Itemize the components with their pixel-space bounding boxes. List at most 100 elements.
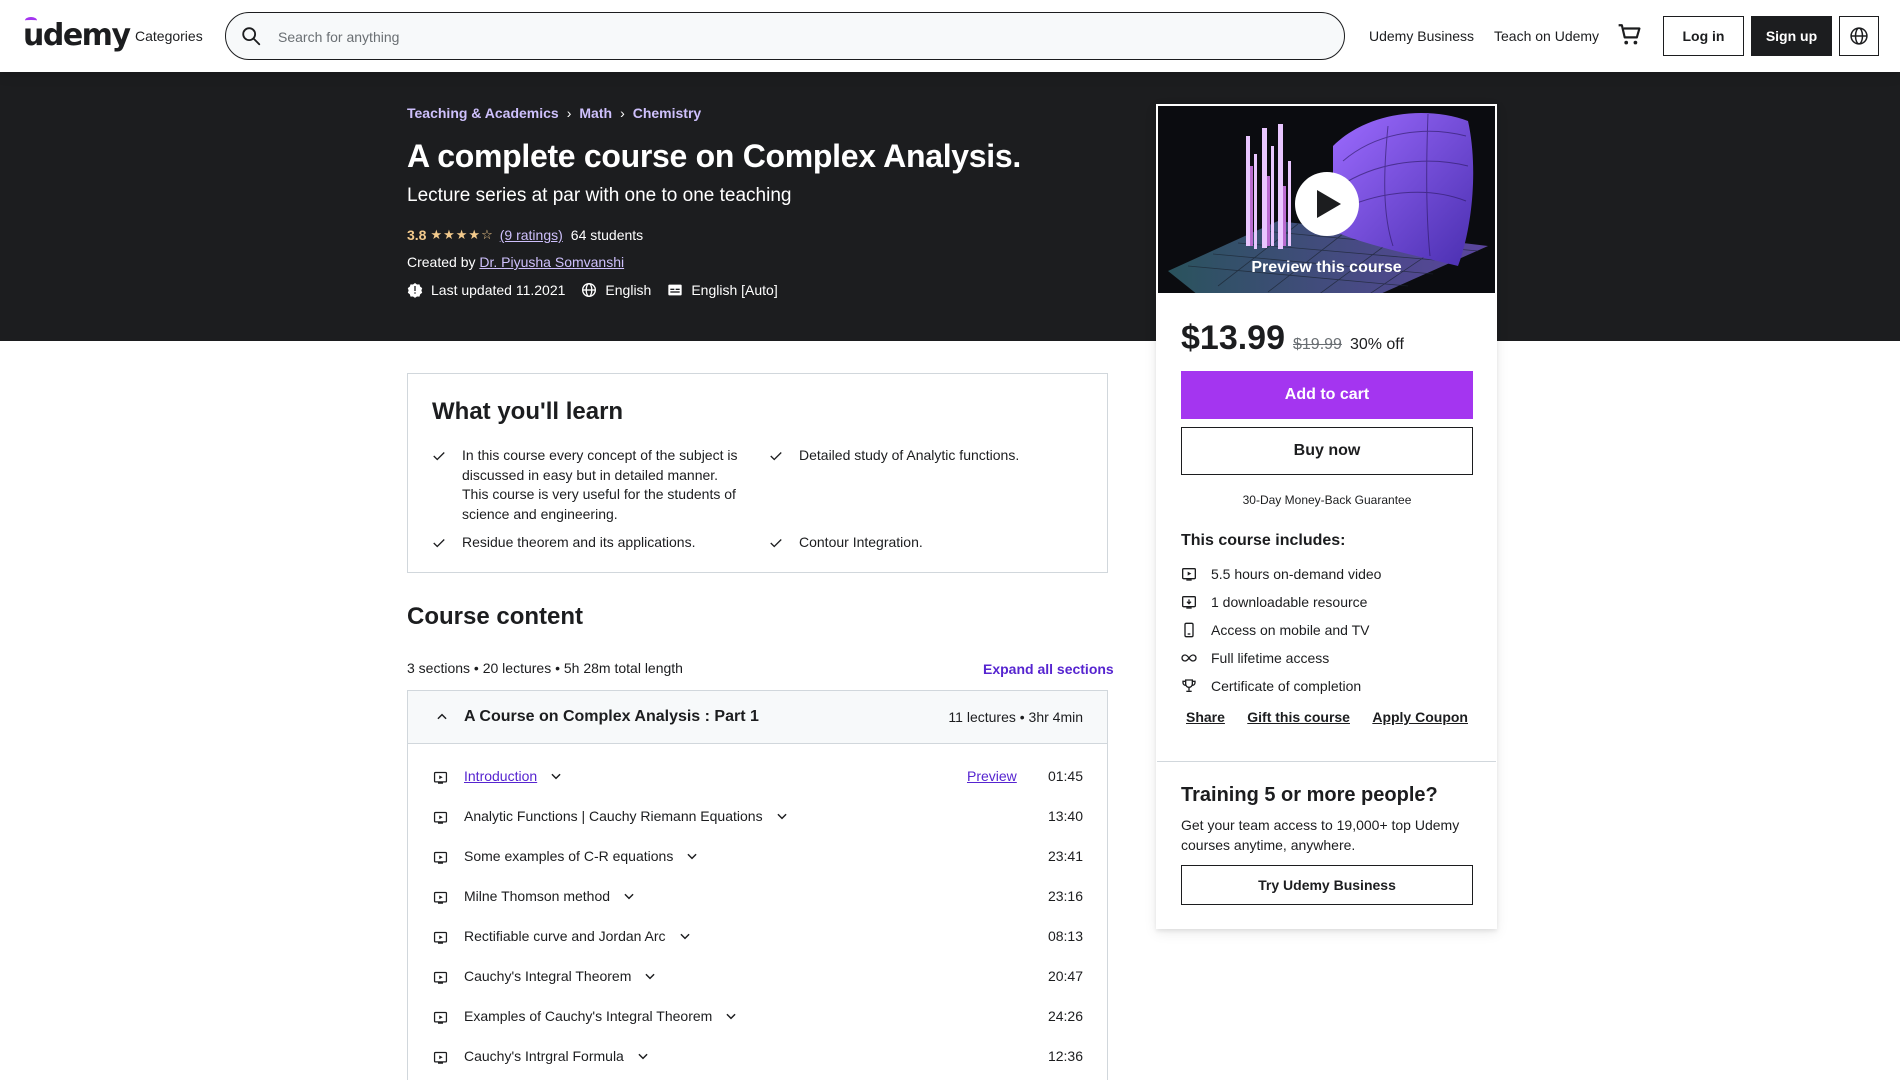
chevron-down-icon[interactable] [775, 809, 789, 823]
chevron-down-icon[interactable] [622, 889, 636, 903]
cart-icon[interactable] [1617, 22, 1643, 48]
logo-text: udemy [23, 18, 131, 53]
chevron-up-icon [435, 710, 449, 724]
lecture-item: Milne Thomson method 23:16 [408, 877, 1107, 917]
login-button[interactable]: Log in [1663, 16, 1744, 56]
section-meta: 11 lectures • 3hr 4min [948, 709, 1083, 725]
learn-item: Contour Integration. [769, 533, 1079, 553]
teach-on-udemy-link[interactable]: Teach on Udemy [1494, 26, 1599, 46]
learn-item: Residue theorem and its applications. [432, 533, 742, 553]
learn-item-text: Contour Integration. [799, 534, 923, 550]
lecture-title-text: Cauchy's Integral Theorem [464, 968, 632, 984]
video-icon [433, 1010, 448, 1025]
course-captions: English [Auto] [667, 280, 778, 300]
file-icon [1182, 596, 1196, 609]
includes-item-text: 5.5 hours on-demand video [1211, 566, 1382, 582]
lecture-item: Analytic Functions | Cauchy Riemann Equa… [408, 797, 1107, 837]
video-icon [433, 770, 448, 785]
includes-item-text: Certificate of completion [1211, 678, 1362, 694]
lecture-item: Cauchy's Integral Theorem 20:47 [408, 957, 1107, 997]
includes-item: Certificate of completion [1181, 672, 1473, 700]
language-button[interactable] [1839, 16, 1879, 56]
created-by-label: Created by [407, 254, 476, 270]
ratings-count-link[interactable]: (9 ratings) [500, 225, 563, 245]
lecture-title[interactable]: Some examples of C-R equations [464, 848, 699, 864]
breadcrumb-item[interactable]: Math [579, 103, 612, 123]
lecture-item: Cauchy's Intrgral Formula 12:36 [408, 1037, 1107, 1077]
learn-item-text: Detailed study of Analytic functions. [799, 447, 1020, 463]
checkmark-icon [433, 539, 445, 548]
learn-item-text: Residue theorem and its applications. [462, 534, 696, 550]
last-updated-text: Last updated 11.2021 [431, 282, 566, 298]
share-link[interactable]: Share [1186, 709, 1225, 725]
add-to-cart-button[interactable]: Add to cart [1181, 371, 1473, 419]
includes-item-text: Access on mobile and TV [1211, 622, 1370, 638]
discount-badge: 30% off [1349, 336, 1404, 353]
checkmark-icon [433, 452, 445, 461]
video-icon [433, 970, 448, 985]
logo-cap-mark [25, 17, 37, 24]
signup-button[interactable]: Sign up [1751, 16, 1832, 56]
original-price: $19.99 [1293, 336, 1342, 353]
chevron-down-icon[interactable] [643, 969, 657, 983]
search-bar[interactable] [225, 12, 1345, 60]
instructor-link[interactable]: Dr. Piyusha Somvanshi [479, 254, 624, 270]
lecture-title-text[interactable]: Introduction [464, 768, 537, 784]
divider [1157, 761, 1496, 762]
apply-coupon-link[interactable]: Apply Coupon [1372, 709, 1468, 725]
chevron-right-icon: › [620, 105, 625, 121]
lecture-title-text: Examples of Cauchy's Integral Theorem [464, 1008, 713, 1024]
course-preview-video[interactable]: Preview this course [1157, 105, 1496, 294]
language-text: English [605, 282, 652, 298]
lecture-title[interactable]: Rectifiable curve and Jordan Arc [464, 928, 692, 944]
lecture-title[interactable]: Examples of Cauchy's Integral Theorem [464, 1008, 738, 1024]
chevron-down-icon[interactable] [636, 1049, 650, 1063]
course-content-stats: 3 sections • 20 lectures • 5h 28m total … [407, 660, 683, 676]
lecture-title-text: Cauchy's Intrgral Formula [464, 1048, 624, 1064]
lecture-title[interactable]: Introduction [464, 768, 563, 784]
course-title: A complete course on Complex Analysis. [407, 138, 1021, 174]
expand-all-sections-button[interactable]: Expand all sections [983, 661, 1114, 677]
lecture-title[interactable]: Cauchy's Integral Theorem [464, 968, 657, 984]
breadcrumb-item[interactable]: Teaching & Academics [407, 103, 559, 123]
top-navigation-bar: udemy Categories Udemy Business Teach on… [0, 0, 1900, 72]
play-button[interactable] [1295, 172, 1359, 236]
lecture-title-text: Analytic Functions | Cauchy Riemann Equa… [464, 808, 763, 824]
categories-link[interactable]: Categories [135, 26, 203, 46]
lecture-preview-link[interactable]: Preview [967, 768, 1017, 784]
chevron-down-icon[interactable] [724, 1009, 738, 1023]
current-price: $13.99 [1181, 319, 1285, 357]
video-icon [433, 810, 448, 825]
lecture-title[interactable]: Cauchy's Intrgral Formula [464, 1048, 650, 1064]
purchase-card: Preview this course $13.99 $19.99 30% of… [1156, 104, 1497, 929]
card-action-links: Share Gift this course Apply Coupon [1181, 709, 1473, 725]
lecture-title[interactable]: Milne Thomson method [464, 888, 636, 904]
udemy-logo[interactable]: udemy [23, 16, 131, 56]
checkmark-icon [770, 539, 782, 548]
gift-course-link[interactable]: Gift this course [1247, 709, 1350, 725]
preview-label: Preview this course [1251, 259, 1402, 276]
search-icon[interactable] [240, 25, 262, 47]
lecture-duration: 13:40 [1047, 808, 1083, 824]
section-header[interactable]: A Course on Complex Analysis : Part 1 11… [407, 690, 1108, 744]
video-icon [433, 1050, 448, 1065]
course-meta-row: Last updated 11.2021 English English [Au… [407, 280, 794, 300]
chevron-down-icon[interactable] [678, 929, 692, 943]
lecture-title[interactable]: Analytic Functions | Cauchy Riemann Equa… [464, 808, 789, 824]
chevron-down-icon[interactable] [685, 849, 699, 863]
includes-title: This course includes: [1181, 532, 1346, 549]
play-icon [1317, 190, 1341, 218]
includes-item-text: 1 downloadable resource [1211, 594, 1368, 610]
buy-now-button[interactable]: Buy now [1181, 427, 1473, 475]
lecture-title-text: Milne Thomson method [464, 888, 611, 904]
search-input[interactable] [278, 25, 1318, 49]
breadcrumb-item[interactable]: Chemistry [633, 103, 701, 123]
infinity-icon [1181, 654, 1197, 662]
lecture-duration: 12:36 [1047, 1048, 1083, 1064]
learn-item-text: In this course every concept of the subj… [462, 447, 738, 522]
includes-item: 1 downloadable resource [1181, 588, 1473, 616]
chevron-down-icon[interactable] [549, 769, 563, 783]
lecture-duration: 01:45 [1047, 768, 1083, 784]
try-udemy-business-button[interactable]: Try Udemy Business [1181, 865, 1473, 905]
udemy-business-link[interactable]: Udemy Business [1369, 26, 1474, 46]
